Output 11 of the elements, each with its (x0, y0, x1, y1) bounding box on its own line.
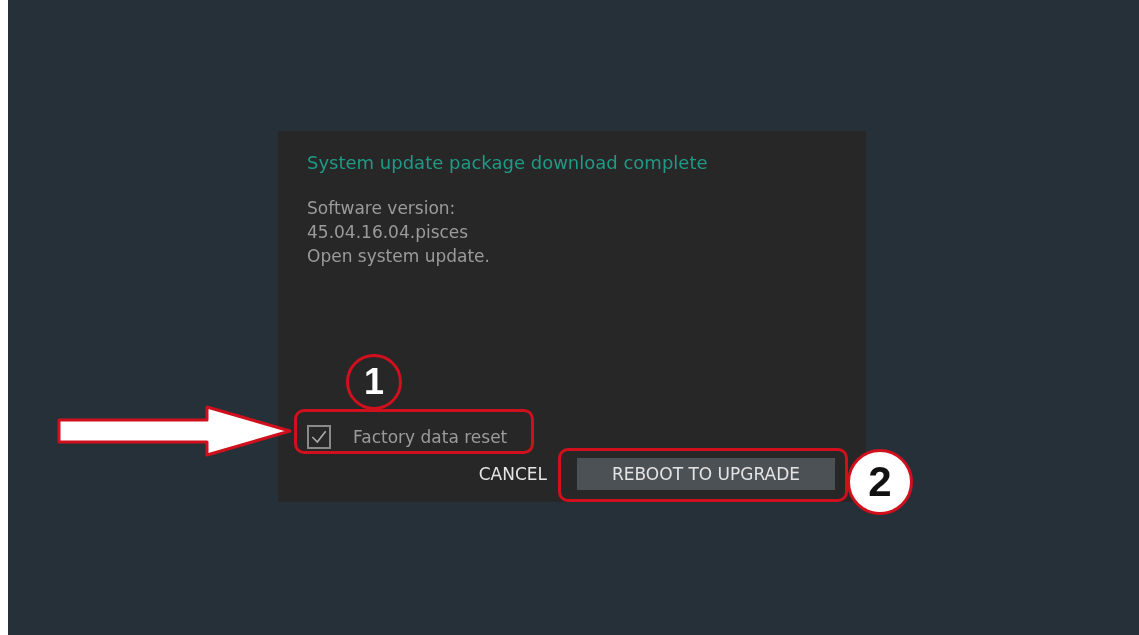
arrow-icon (57, 405, 293, 457)
dialog-title: System update package download complete (307, 151, 709, 175)
upgrade-button[interactable]: REBOOT TO UPGRADE (577, 458, 835, 490)
checkbox-label: Factory data reset (353, 427, 508, 447)
step-number: 1 (346, 354, 402, 410)
message-text: Software version: (307, 197, 457, 220)
checkbox[interactable] (307, 425, 331, 449)
message-text: 45.04.16.04.pisces (307, 221, 470, 244)
step-number: 2 (847, 449, 913, 515)
cancel-button[interactable]: CANCEL (478, 460, 547, 488)
message-text: Open system update. (307, 245, 491, 268)
